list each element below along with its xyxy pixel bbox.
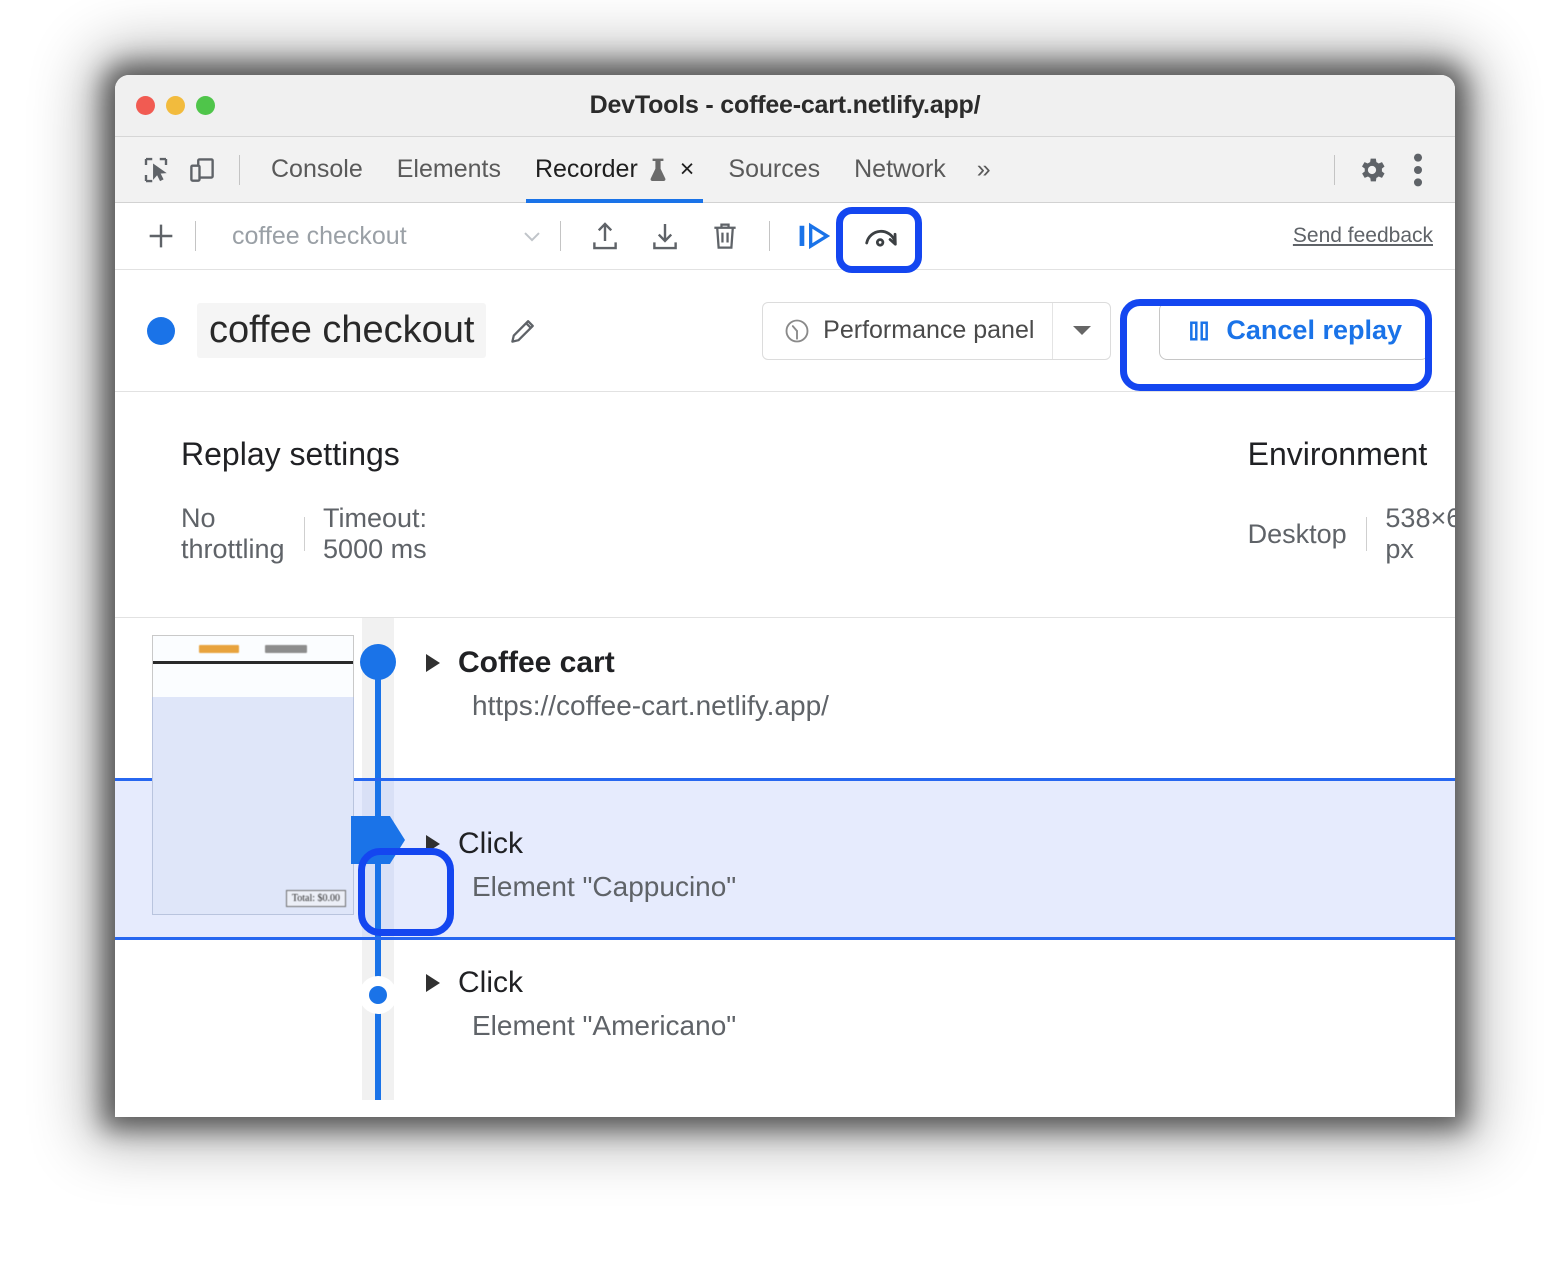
tab-label: Elements xyxy=(397,155,501,184)
step-timeline-rail xyxy=(350,781,406,937)
environment-heading: Environment xyxy=(1248,436,1455,473)
device-value: Desktop xyxy=(1248,519,1347,550)
cancel-replay-label: Cancel replay xyxy=(1226,315,1402,346)
replay-target-label-wrap: Performance panel xyxy=(763,303,1052,359)
replay-settings-section: Replay settings No throttling Timeout: 5… xyxy=(115,392,1455,618)
measure-performance-icon[interactable] xyxy=(860,215,902,257)
send-feedback-link[interactable]: Send feedback xyxy=(1293,224,1433,248)
step-screenshot-thumbnail: Total: $0.00 xyxy=(152,697,354,915)
recording-status-dot xyxy=(147,317,175,345)
screenshot-root: DevTools - coffee-cart.netlify.app/ Cons… xyxy=(0,0,1568,1268)
tab-label: Sources xyxy=(728,155,820,184)
expand-triangle-icon[interactable] xyxy=(426,654,440,672)
close-icon[interactable]: × xyxy=(680,157,695,182)
devtools-tabstrip: Console Elements Recorder × Sources Ne xyxy=(115,137,1455,203)
tabstrip-right-controls xyxy=(1320,147,1441,193)
environment-values: Desktop 538×624 px xyxy=(1248,503,1455,565)
thumbnail-total-label: Total: $0.00 xyxy=(286,890,346,907)
recording-title: coffee checkout xyxy=(197,303,486,358)
cancel-replay-wrapper: Cancel replay xyxy=(1159,302,1429,360)
pause-icon xyxy=(1186,318,1212,344)
thumbnail-header-bar xyxy=(153,636,353,664)
replay-target-select[interactable]: Performance panel xyxy=(762,302,1111,360)
cancel-replay-button[interactable]: Cancel replay xyxy=(1159,302,1429,360)
chevron-down-icon xyxy=(518,222,546,250)
step-over-icon[interactable] xyxy=(793,215,835,257)
step-content: Click Element "Americano" xyxy=(406,940,1455,1100)
recording-header-controls: Performance panel Canc xyxy=(762,302,1429,360)
tab-sources[interactable]: Sources xyxy=(711,137,837,203)
more-options-icon[interactable] xyxy=(1395,147,1441,193)
thumbnail-nav-blur xyxy=(265,645,307,653)
more-tabs-icon[interactable]: » xyxy=(963,155,1005,184)
step-marker-pending[interactable] xyxy=(359,976,397,1014)
toolbar-divider-2 xyxy=(560,221,561,251)
expand-triangle-icon[interactable] xyxy=(426,835,440,853)
step-content: Click Element "Cappucino" xyxy=(406,781,1455,937)
delete-icon[interactable] xyxy=(704,215,746,257)
window-title: DevTools - coffee-cart.netlify.app/ xyxy=(115,91,1455,120)
recording-header: coffee checkout xyxy=(115,270,1455,392)
performance-gauge-icon xyxy=(783,317,811,345)
tab-label: Network xyxy=(854,155,946,184)
throttling-value[interactable]: No throttling xyxy=(181,503,285,565)
step-subtitle: Element "Cappucino" xyxy=(426,871,1455,903)
steps-list: Coffee cart https://coffee-cart.netlify.… xyxy=(115,618,1455,1100)
recorder-toolbar: coffee checkout xyxy=(115,203,1455,270)
create-recording-button[interactable] xyxy=(141,216,181,256)
step-row[interactable]: Total: $0.00 Click Element "Cappucino" xyxy=(115,778,1455,940)
window-titlebar: DevTools - coffee-cart.netlify.app/ xyxy=(115,75,1455,137)
replay-target-value: Performance panel xyxy=(823,316,1034,345)
tabstrip-divider xyxy=(239,155,240,185)
devtools-window: DevTools - coffee-cart.netlify.app/ Cons… xyxy=(115,75,1455,1117)
replay-settings-heading: Replay settings xyxy=(181,436,428,473)
settings-gear-icon[interactable] xyxy=(1349,147,1395,193)
step-content: Coffee cart https://coffee-cart.netlify.… xyxy=(406,618,1455,778)
step-title: Click xyxy=(458,966,523,1000)
tab-elements[interactable]: Elements xyxy=(380,137,518,203)
thumbnail-logo-blur xyxy=(199,645,239,653)
step-title: Click xyxy=(458,827,523,861)
replay-target-chevron-icon[interactable] xyxy=(1052,303,1110,359)
step-row[interactable]: Click Element "Americano" xyxy=(115,940,1455,1100)
expand-triangle-icon[interactable] xyxy=(426,974,440,992)
step-screenshot-column: Total: $0.00 xyxy=(115,781,350,937)
step-timeline-rail xyxy=(350,940,406,1100)
timeout-value[interactable]: Timeout: 5000 ms xyxy=(323,503,428,565)
import-icon[interactable] xyxy=(644,215,686,257)
viewport-value: 538×624 px xyxy=(1385,503,1455,565)
experiment-flask-icon xyxy=(647,157,669,183)
tabstrip-right-divider xyxy=(1334,155,1335,185)
toolbar-divider-1 xyxy=(195,221,196,251)
step-title-row: Click xyxy=(426,827,1455,861)
step-marker-completed[interactable] xyxy=(360,644,396,680)
step-marker-current[interactable] xyxy=(351,816,405,864)
recording-select-value: coffee checkout xyxy=(216,222,518,251)
environment-column: Environment Desktop 538×624 px xyxy=(1248,436,1455,565)
replay-settings-column: Replay settings No throttling Timeout: 5… xyxy=(115,436,428,565)
step-title-row: Click xyxy=(426,966,1455,1000)
recording-select[interactable]: coffee checkout xyxy=(216,222,546,251)
tab-console[interactable]: Console xyxy=(254,137,380,203)
export-icon[interactable] xyxy=(584,215,626,257)
tab-label: Console xyxy=(271,155,363,184)
edit-title-pencil-icon[interactable] xyxy=(506,314,540,348)
step-subtitle: Element "Americano" xyxy=(426,1010,1455,1042)
toolbar-divider-3 xyxy=(769,221,770,251)
step-screenshot-column xyxy=(115,940,350,1100)
timeline-line xyxy=(375,940,381,1100)
step-title-row: Coffee cart xyxy=(426,646,1455,680)
tab-recorder[interactable]: Recorder × xyxy=(518,137,711,203)
inspect-element-icon[interactable] xyxy=(133,147,179,193)
step-subtitle: https://coffee-cart.netlify.app/ xyxy=(426,690,1455,722)
replay-settings-values: No throttling Timeout: 5000 ms xyxy=(181,503,428,565)
tab-network[interactable]: Network xyxy=(837,137,963,203)
value-divider xyxy=(1366,517,1367,551)
device-toolbar-icon[interactable] xyxy=(179,147,225,193)
step-title: Coffee cart xyxy=(458,646,615,680)
step-timeline-rail xyxy=(350,618,406,778)
tab-label: Recorder xyxy=(535,155,638,184)
